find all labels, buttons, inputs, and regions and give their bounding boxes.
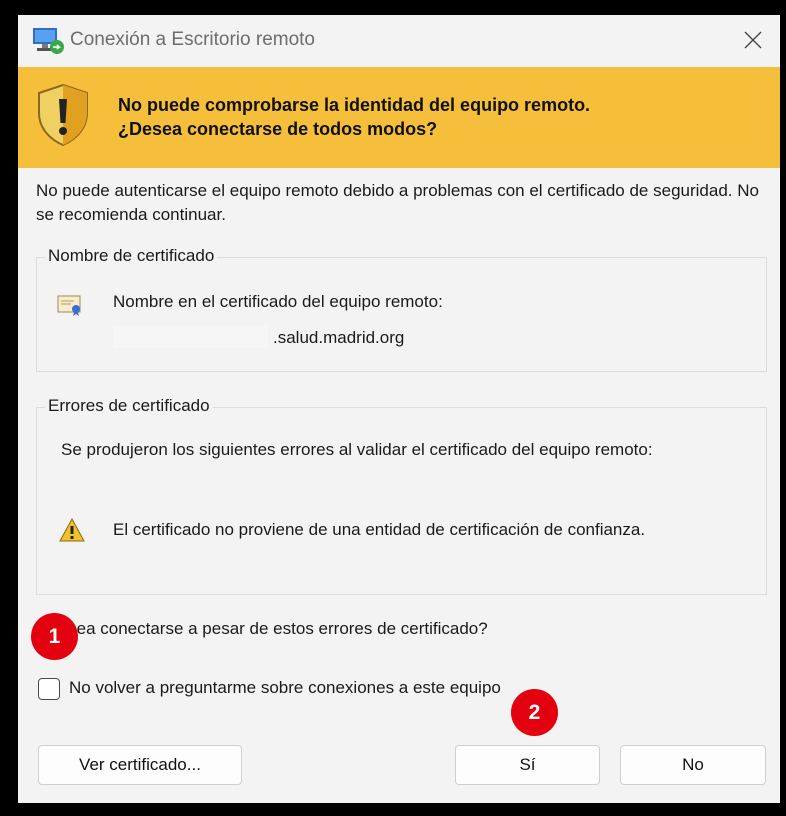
banner-line-1: No puede comprobarse la identidad del eq…	[118, 95, 591, 115]
view-certificate-button[interactable]: Ver certificado...	[38, 745, 242, 785]
shield-warning-icon	[38, 83, 88, 147]
title-bar: Conexión a Escritorio remoto	[18, 15, 780, 67]
cert-errors-legend: Errores de certificado	[45, 396, 213, 416]
remote-desktop-icon	[33, 28, 64, 54]
yes-button[interactable]: Sí	[455, 745, 600, 785]
cert-errors-intro: Se produjeron los siguientes errores al …	[61, 440, 653, 459]
step-marker-2: 2	[511, 689, 558, 736]
cert-errors-group: Errores de certificado Se produjeron los…	[36, 396, 767, 595]
cert-name-group: Nombre de certificado Nombre en el certi…	[36, 246, 767, 372]
dont-ask-label[interactable]: No volver a preguntarme sobre conexiones…	[69, 678, 501, 698]
banner-message: No puede comprobarse la identidad del eq…	[118, 93, 590, 141]
redacted-hostname	[113, 326, 268, 348]
description-text: No puede autenticarse el equipo remoto d…	[36, 181, 759, 224]
banner-line-2: ¿Desea conectarse de todos modos?	[118, 119, 438, 139]
cert-error-message: El certificado no proviene de una entida…	[113, 520, 646, 539]
rdp-dialog: Conexión a Escritorio remoto No puede co…	[18, 15, 780, 803]
cert-name-label: Nombre en el certificado del equipo remo…	[113, 292, 443, 311]
certificate-icon	[57, 295, 81, 316]
close-button[interactable]	[738, 25, 768, 55]
no-button[interactable]: No	[620, 745, 766, 785]
connect-question: ¿Desea conectarse a pesar de estos error…	[36, 619, 488, 638]
window-title: Conexión a Escritorio remoto	[70, 29, 315, 50]
dont-ask-checkbox[interactable]	[38, 678, 60, 700]
step-marker-1: 1	[31, 613, 78, 660]
cert-name-value: .salud.madrid.org	[273, 328, 405, 347]
cert-name-legend: Nombre de certificado	[45, 246, 218, 266]
warning-banner: No puede comprobarse la identidad del eq…	[18, 67, 780, 168]
warning-icon	[59, 518, 85, 542]
